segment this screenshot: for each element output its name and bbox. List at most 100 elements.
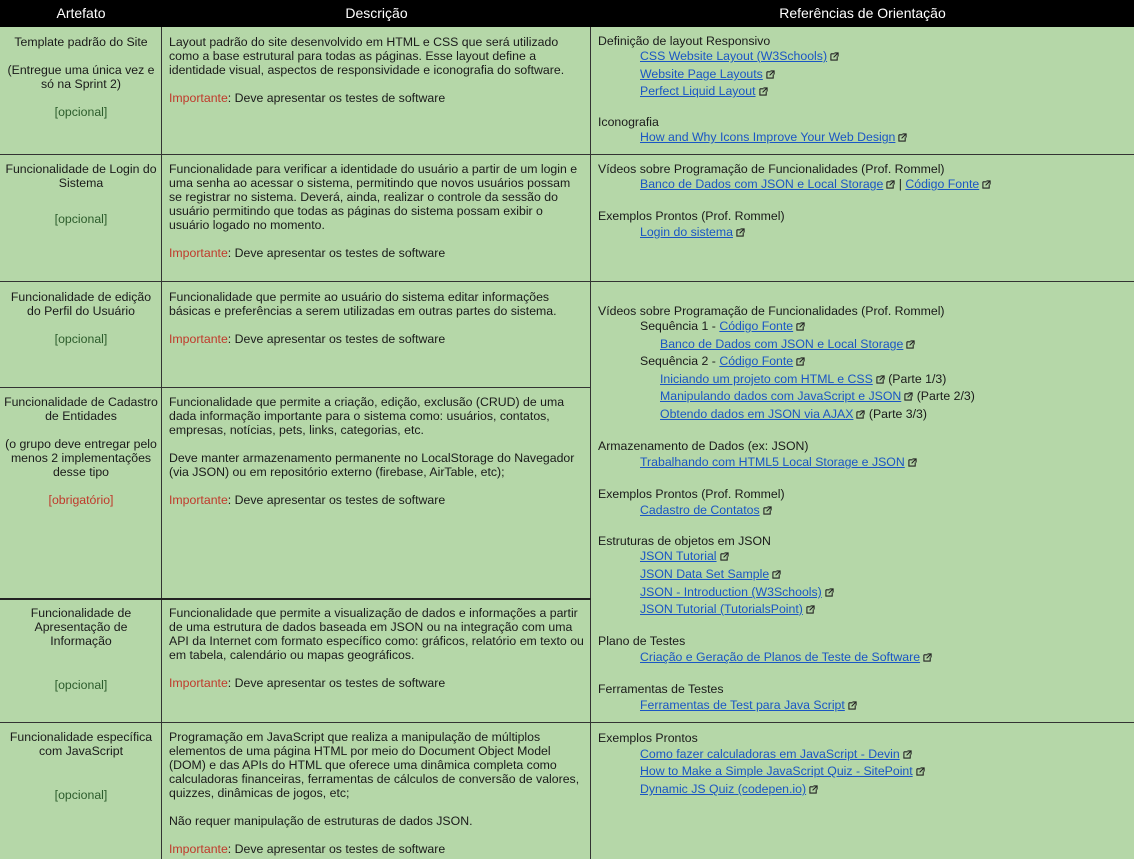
artefato-title: Template padrão do Site bbox=[14, 35, 148, 49]
artefato-title: Funcionalidade específica com JavaScript bbox=[9, 730, 153, 758]
ref-link[interactable]: CSS Website Layout (W3Schools) bbox=[640, 49, 827, 63]
optional-badge: [opcional] bbox=[54, 788, 108, 802]
important-text: : Deve apresentar os testes de software bbox=[227, 246, 446, 260]
ref-link-item: JSON Data Set Sample bbox=[640, 567, 781, 582]
sequence-label: Sequência 1 - bbox=[640, 319, 720, 333]
ref-link[interactable]: Banco de Dados com JSON e Local Storage bbox=[660, 337, 903, 351]
ref-link[interactable]: Código Fonte bbox=[719, 319, 793, 333]
optional-badge: [opcional] bbox=[54, 678, 108, 692]
row-divider bbox=[0, 154, 1134, 155]
important-note: Importante: Deve apresentar os testes de… bbox=[169, 332, 585, 346]
important-note: Importante: Deve apresentar os testes de… bbox=[169, 246, 585, 260]
important-label: Importante bbox=[169, 493, 228, 507]
row1-artefato: Template padrão do Site (Entregue uma ún… bbox=[4, 35, 158, 119]
ref-heading: Vídeos sobre Programação de Funcionalida… bbox=[598, 304, 945, 318]
ref-link-item: Website Page Layouts bbox=[640, 67, 775, 82]
external-link-icon bbox=[876, 375, 885, 384]
ref-link-item: Ferramentas de Test para Java Script bbox=[640, 698, 857, 713]
ref-link[interactable]: Cadastro de Contatos bbox=[640, 503, 760, 517]
row1-descricao: Layout padrão do site desenvolvido em HT… bbox=[169, 35, 585, 105]
ref-link-item: Criação e Geração de Planos de Teste de … bbox=[640, 650, 932, 665]
ref-link[interactable]: JSON Tutorial (TutorialsPoint) bbox=[640, 602, 803, 616]
row5-descricao: Funcionalidade que permite a visualizaçã… bbox=[169, 606, 585, 690]
ref-link[interactable]: Dynamic JS Quiz (codepen.io) bbox=[640, 782, 806, 796]
header-descricao: Descrição bbox=[345, 5, 408, 21]
link-separator: | bbox=[895, 177, 906, 191]
important-label: Importante bbox=[169, 842, 228, 856]
ref-link[interactable]: Trabalhando com HTML5 Local Storage e JS… bbox=[640, 455, 905, 469]
ref-link[interactable]: Banco de Dados com JSON e Local Storage bbox=[640, 177, 883, 191]
external-link-icon bbox=[825, 588, 834, 597]
external-link-icon bbox=[916, 767, 925, 776]
ref-heading: Exemplos Prontos (Prof. Rommel) bbox=[598, 487, 785, 501]
important-label: Importante bbox=[169, 91, 228, 105]
ref-link[interactable]: JSON Tutorial bbox=[640, 549, 717, 563]
ref-heading: Vídeos sobre Programação de Funcionalida… bbox=[598, 162, 945, 176]
description-text-2: Deve manter armazenamento permanente no … bbox=[169, 451, 575, 479]
part-label: (Parte 3/3) bbox=[865, 407, 927, 421]
external-link-icon bbox=[904, 392, 913, 401]
external-link-icon bbox=[830, 52, 839, 61]
external-link-icon bbox=[903, 750, 912, 759]
important-label: Importante bbox=[169, 676, 228, 690]
ref-link[interactable]: Obtendo dados em JSON via AJAX bbox=[660, 407, 853, 421]
col-divider-1 bbox=[161, 27, 162, 859]
ref-link[interactable]: Código Fonte bbox=[905, 177, 979, 191]
ref-link-item: JSON - Introduction (W3Schools) bbox=[640, 585, 834, 600]
artefato-title: Funcionalidade de Cadastro de Entidades bbox=[4, 395, 158, 423]
ref-link[interactable]: Login do sistema bbox=[640, 225, 733, 239]
row4-descricao: Funcionalidade que permite a criação, ed… bbox=[169, 395, 585, 507]
ref-link-item: Banco de Dados com JSON e Local Storage bbox=[660, 337, 915, 352]
mandatory-badge: [obrigatório] bbox=[48, 493, 114, 507]
ref-link-item: Manipulando dados com JavaScript e JSON … bbox=[660, 389, 975, 404]
external-link-icon bbox=[982, 180, 991, 189]
important-label: Importante bbox=[169, 246, 228, 260]
ref-link[interactable]: Código Fonte bbox=[719, 354, 793, 368]
external-link-icon bbox=[908, 458, 917, 467]
ref-link-item: How and Why Icons Improve Your Web Desig… bbox=[640, 130, 908, 145]
row-divider bbox=[0, 722, 1134, 723]
optional-badge: [opcional] bbox=[54, 332, 108, 346]
part-label: (Parte 1/3) bbox=[884, 372, 947, 386]
part-label: (Parte 2/3) bbox=[913, 389, 975, 403]
artefato-title: Funcionalidade de Login do Sistema bbox=[5, 162, 157, 190]
row4-artefato: Funcionalidade de Cadastro de Entidades … bbox=[4, 395, 158, 507]
col-divider-2 bbox=[590, 27, 591, 859]
row-divider bbox=[0, 387, 591, 388]
description-text: Layout padrão do site desenvolvido em HT… bbox=[169, 35, 565, 77]
row6-descricao: Programação em JavaScript que realiza a … bbox=[169, 730, 585, 856]
ref-link[interactable]: JSON - Introduction (W3Schools) bbox=[640, 585, 822, 599]
ref-link-item: Dynamic JS Quiz (codepen.io) bbox=[640, 782, 818, 797]
important-note: Importante: Deve apresentar os testes de… bbox=[169, 91, 585, 105]
ref-link[interactable]: Criação e Geração de Planos de Teste de … bbox=[640, 650, 920, 664]
external-link-icon bbox=[796, 357, 805, 366]
ref-heading: Definição de layout Responsivo bbox=[598, 34, 771, 48]
ref-link-item: Iniciando um projeto com HTML e CSS (Par… bbox=[660, 372, 946, 387]
ref-heading: Plano de Testes bbox=[598, 634, 686, 648]
artefato-title: Funcionalidade de edição do Perfil do Us… bbox=[10, 290, 152, 318]
row-divider bbox=[0, 598, 591, 600]
important-text: : Deve apresentar os testes de software bbox=[227, 91, 446, 105]
row2-artefato: Funcionalidade de Login do Sistema [opci… bbox=[4, 162, 158, 226]
ref-link-item: Cadastro de Contatos bbox=[640, 503, 772, 518]
ref-link-item: Trabalhando com HTML5 Local Storage e JS… bbox=[640, 455, 917, 470]
external-link-icon bbox=[886, 180, 895, 189]
ref-link[interactable]: Manipulando dados com JavaScript e JSON bbox=[660, 389, 901, 403]
ref-link[interactable]: JSON Data Set Sample bbox=[640, 567, 769, 581]
row2-descricao: Funcionalidade para verificar a identida… bbox=[169, 162, 585, 260]
important-label: Importante bbox=[169, 332, 228, 346]
ref-heading: Estruturas de objetos em JSON bbox=[598, 534, 771, 548]
important-note: Importante: Deve apresentar os testes de… bbox=[169, 493, 585, 507]
ref-link[interactable]: Ferramentas de Test para Java Script bbox=[640, 698, 845, 712]
ref-link[interactable]: How and Why Icons Improve Your Web Desig… bbox=[640, 130, 895, 144]
external-link-icon bbox=[719, 552, 729, 561]
ref-link[interactable]: Website Page Layouts bbox=[640, 67, 763, 81]
ref-link[interactable]: Perfect Liquid Layout bbox=[640, 84, 756, 98]
external-link-icon bbox=[736, 228, 745, 237]
ref-link[interactable]: Como fazer calculadoras em JavaScript - … bbox=[640, 747, 900, 761]
ref-link[interactable]: How to Make a Simple JavaScript Quiz - S… bbox=[640, 764, 913, 778]
description-text: Funcionalidade que permite ao usuário do… bbox=[169, 290, 557, 318]
description-text: Funcionalidade para verificar a identida… bbox=[169, 162, 578, 232]
ref-link[interactable]: Iniciando um projeto com HTML e CSS bbox=[660, 372, 873, 386]
important-text: : Deve apresentar os testes de software bbox=[227, 842, 446, 856]
